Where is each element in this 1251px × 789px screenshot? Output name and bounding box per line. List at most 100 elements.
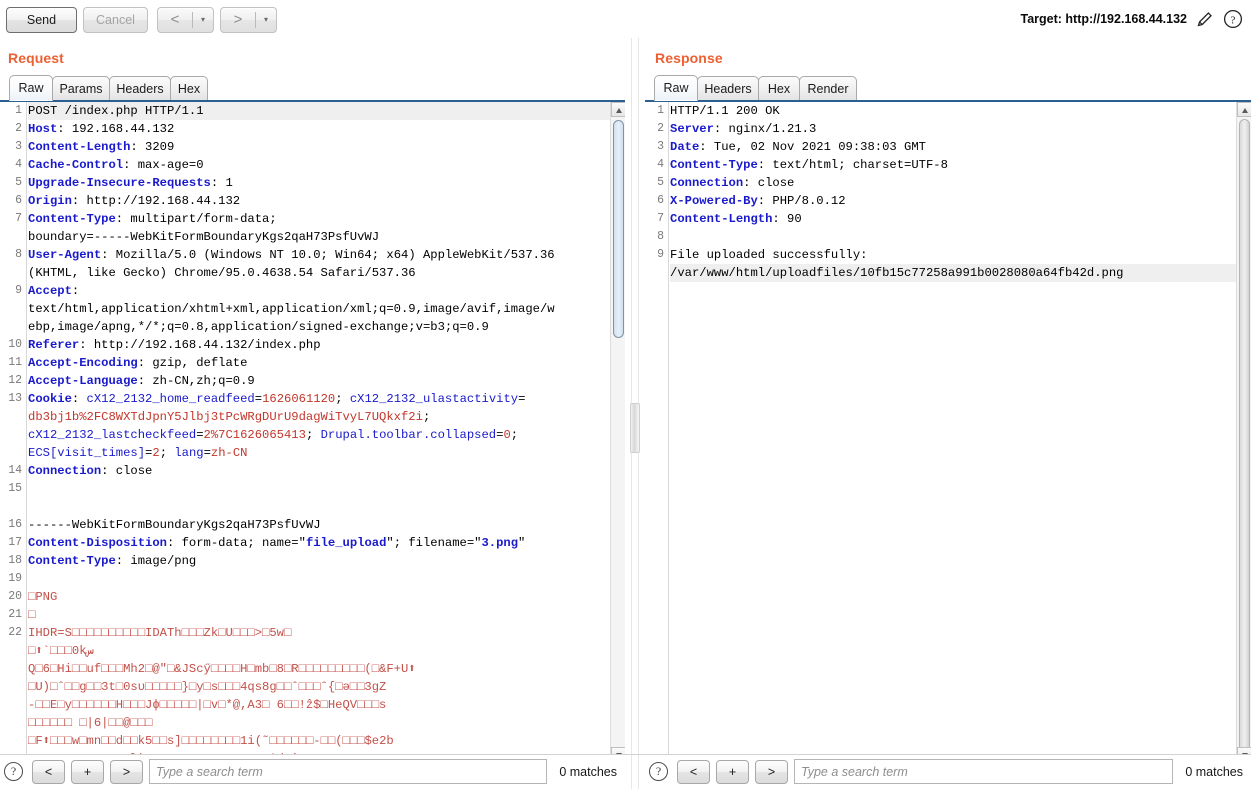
code-line: ECS[visit_times]=2; lang=zh-CN: [28, 444, 610, 462]
tab-raw[interactable]: Raw: [654, 75, 698, 101]
match-count: 0 matches: [559, 764, 617, 779]
burp-repeater-window: Send Cancel < ▾ > ▾ Target: http://192.1…: [0, 0, 1251, 789]
code-line: Q□6□Hi□□uf□□□Mh2□@"□&JScӳ□□□□H□mb□8□R□□□…: [28, 660, 610, 678]
tab-headers[interactable]: Headers: [697, 76, 759, 101]
code-span: ": [518, 536, 526, 550]
back-button[interactable]: < ▾: [157, 7, 214, 33]
code-line: Connection: close: [670, 174, 1236, 192]
code-span: Accept-Encoding: [28, 356, 138, 370]
line-number: 7: [657, 212, 664, 225]
code-span: : max-age=0: [123, 158, 204, 172]
code-span: Origin: [28, 194, 72, 208]
search-add-button[interactable]: +: [716, 759, 749, 784]
code-span: : PHP/8.0.12: [757, 194, 846, 208]
tab-label: Headers: [116, 82, 164, 96]
request-search-bar: ? < + > 0 matches: [0, 754, 625, 789]
request-raw-text[interactable]: POST /index.php HTTP/1.1 Host: 192.168.44…: [28, 102, 610, 762]
code-span: Accept: [28, 284, 72, 298]
request-editor[interactable]: 1 2 3 4 5 6 7 8 9 10 11 12 13 14 15 16 17 18 19 20 21 22 POST…: [0, 102, 625, 763]
line-number: 21: [8, 608, 22, 621]
code-span: ;: [159, 446, 175, 460]
code-span: file_upload: [305, 536, 387, 550]
code-span: boundary=-----WebKitFormBoundaryKgs2qaH7…: [28, 230, 380, 244]
code-line: Cache-Control: max-age=0: [28, 156, 610, 174]
code-line: Referer: http://192.168.44.132/index.php: [28, 336, 610, 354]
response-editor[interactable]: 1 2 3 4 5 6 7 8 9 HTTP/1.1 200 OK Server: nginx/1…: [645, 102, 1251, 763]
request-panel: Request Raw Params Headers Hex 1 2 3 4 5 6 7 8 9 10 1…: [0, 38, 625, 789]
search-prev-button[interactable]: <: [32, 759, 65, 784]
forward-button[interactable]: > ▾: [220, 7, 277, 33]
send-button[interactable]: Send: [6, 7, 77, 33]
search-input[interactable]: [149, 759, 548, 784]
chevron-down-icon[interactable]: ▾: [193, 8, 213, 32]
code-line: □U)□ˆ□□g□□3t□0sᴜ□□□□□}□y□s□□□4qs8g□□ˆ□□□…: [28, 678, 610, 696]
tab-raw[interactable]: Raw: [9, 75, 53, 101]
line-number: 12: [8, 374, 22, 387]
code-span: ;: [305, 428, 321, 442]
code-span: User-Agent: [28, 248, 102, 262]
code-span: ;: [422, 410, 431, 424]
code-span: : form-data; name=": [166, 536, 306, 550]
code-line: Date: Tue, 02 Nov 2021 09:38:03 GMT: [670, 138, 1236, 156]
code-span: Upgrade-Insecure-Requests: [28, 176, 211, 190]
scroll-up-icon[interactable]: [611, 102, 625, 117]
line-number: 2: [657, 122, 664, 135]
response-raw-text[interactable]: HTTP/1.1 200 OK Server: nginx/1.21.3 Date:…: [670, 102, 1236, 762]
code-span: db3bj1b%2FC8WXTdJpnY5Jlbj3tPcWRgDUrU9dag…: [28, 410, 423, 424]
code-span: ------WebKitFormBoundaryKgs2qaH73PsfUvWJ: [28, 518, 321, 532]
tab-params[interactable]: Params: [52, 76, 110, 101]
scrollbar-thumb[interactable]: [1239, 119, 1250, 759]
search-prev-button[interactable]: <: [677, 759, 710, 784]
pencil-icon[interactable]: [1195, 9, 1215, 29]
line-number: 6: [15, 194, 22, 207]
code-span: :: [71, 284, 80, 298]
code-line: Content-Disposition: form-data; name="fi…: [28, 534, 610, 552]
chevron-down-icon[interactable]: ▾: [256, 8, 276, 32]
splitter-grip[interactable]: [630, 403, 640, 453]
search-next-button[interactable]: >: [110, 759, 143, 784]
code-span: 2: [152, 446, 160, 460]
search-input[interactable]: [794, 759, 1174, 784]
code-span: : http://192.168.44.132: [71, 194, 241, 208]
code-line: Upgrade-Insecure-Requests: 1: [28, 174, 610, 192]
help-icon[interactable]: ?: [1223, 9, 1243, 29]
search-next-button[interactable]: >: [755, 759, 788, 784]
search-add-button[interactable]: +: [71, 759, 104, 784]
code-span: Drupal.toolbar.collapsed: [320, 428, 497, 442]
response-scrollbar[interactable]: [1236, 102, 1251, 762]
code-span: Content-Length: [670, 212, 773, 226]
code-span: Server: [670, 122, 714, 136]
code-span: □: [28, 608, 36, 622]
code-span: □F⬆□□□w□mn□□d□□k5□□s]□□□□□□□□1i(˜□□□□□□-…: [28, 734, 394, 748]
tab-hex[interactable]: Hex: [758, 76, 800, 101]
code-line: User-Agent: Mozilla/5.0 (Windows NT 10.0…: [28, 246, 610, 264]
code-line: Content-Type: multipart/form-data;: [28, 210, 610, 228]
code-span: =: [518, 392, 526, 406]
scrollbar-thumb[interactable]: [613, 120, 624, 338]
tab-render[interactable]: Render: [799, 76, 857, 101]
response-tab-strip: Raw Headers Hex Render: [645, 75, 1251, 101]
line-number: 19: [8, 572, 22, 585]
code-span: Content-Type: [28, 212, 116, 226]
code-span: =: [203, 446, 211, 460]
line-number: 11: [8, 356, 22, 369]
target-area: Target: http://192.168.44.132 ?: [1020, 9, 1243, 29]
help-icon[interactable]: ?: [4, 762, 23, 781]
code-span: : 3209: [130, 140, 175, 154]
code-span: Connection: [670, 176, 744, 190]
tab-hex[interactable]: Hex: [170, 76, 208, 101]
code-span: □⬆`□□□0kس: [28, 644, 94, 658]
panel-splitter[interactable]: [625, 38, 645, 789]
request-scrollbar[interactable]: [610, 102, 625, 762]
code-line: /var/www/html/uploadfiles/10fb15c77258a9…: [670, 264, 1236, 282]
line-number: 13: [8, 392, 22, 405]
code-line: Host: 192.168.44.132: [28, 120, 610, 138]
tab-headers[interactable]: Headers: [109, 76, 171, 101]
code-span: Cache-Control: [28, 158, 124, 172]
request-line-numbers: 1 2 3 4 5 6 7 8 9 10 11 12 13 14 15 16 17 18 19 20 21 22: [0, 102, 27, 762]
code-span: : http://192.168.44.132/index.php: [79, 338, 321, 352]
code-span: cX12_2132_ulastactivity: [349, 392, 519, 406]
help-icon[interactable]: ?: [649, 762, 668, 781]
scroll-up-icon[interactable]: [1237, 102, 1251, 117]
